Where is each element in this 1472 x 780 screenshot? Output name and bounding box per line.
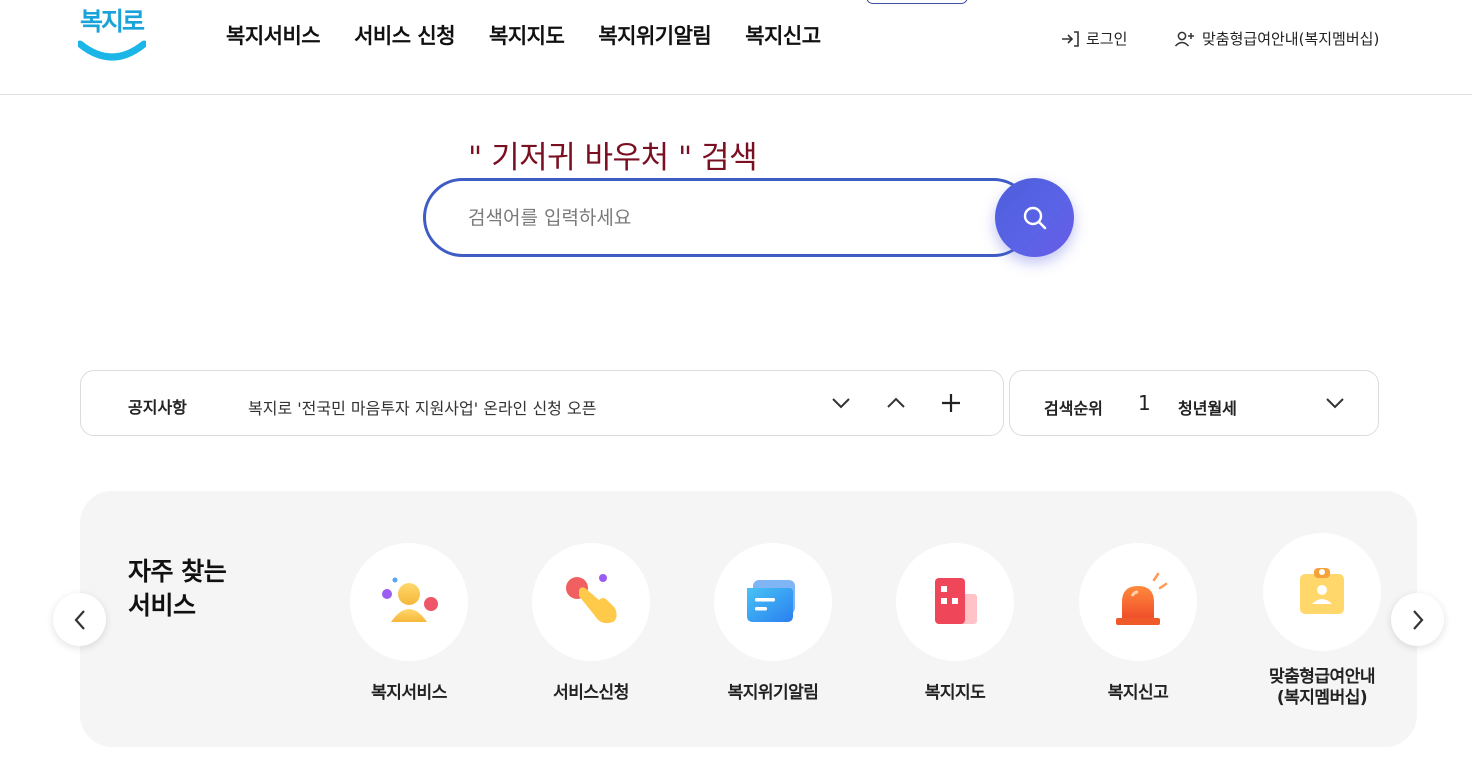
carousel-prev-button[interactable] (53, 593, 106, 646)
chevron-up-icon (887, 397, 905, 408)
login-link[interactable]: 로그인 (1060, 28, 1127, 49)
search-title: " 기저귀 바우처 " 검색 (468, 140, 758, 176)
service-label-line1: 맞춤형급여안내 (1269, 667, 1375, 687)
rank-expand-button[interactable] (1320, 388, 1350, 418)
login-label: 로그인 (1086, 30, 1128, 48)
building-icon (935, 578, 977, 624)
user-add-icon (1174, 31, 1194, 47)
message-icon (747, 580, 795, 622)
service-icon-circle (350, 543, 468, 661)
siren-icon (1116, 572, 1168, 625)
login-icon (1062, 30, 1079, 47)
search-button[interactable] (995, 178, 1074, 257)
service-icon-circle (1079, 543, 1197, 661)
person-icon (382, 577, 438, 622)
top-pill-button[interactable] (866, 0, 968, 4)
chevron-right-icon (1412, 609, 1423, 630)
service-label: 복지신고 (1107, 683, 1169, 703)
frequent-title-line2: 서비스 (128, 591, 196, 620)
notice-more-button[interactable] (936, 388, 966, 418)
service-membership[interactable]: 맞춤형급여안내 (복지멤버십) (1237, 533, 1407, 709)
search-box (423, 178, 1033, 257)
search-rank-bar: 검색순위 1 청년월세 (1009, 370, 1379, 436)
header: 복지로 복지서비스 서비스 신청 복지지도 복지위기알림 복지신고 로그인 맞춤… (0, 0, 1472, 95)
carousel-next-button[interactable] (1391, 593, 1444, 646)
logo[interactable]: 복지로 (78, 2, 148, 64)
id-badge-icon (1300, 568, 1344, 614)
membership-link[interactable]: 맞춤형급여안내(복지멤버십) (1174, 28, 1379, 49)
service-label: 복지위기알림 (727, 683, 819, 703)
nav-crisis-alert[interactable]: 복지위기알림 (598, 20, 711, 50)
service-label: 복지지도 (924, 683, 986, 703)
rank-number: 1 (1138, 391, 1151, 415)
service-icon-circle (896, 543, 1014, 661)
service-welfare[interactable]: 복지서비스 (324, 543, 494, 704)
search-icon (1023, 206, 1046, 229)
service-welfare-report[interactable]: 복지신고 (1053, 543, 1223, 704)
rank-label: 검색순위 (1044, 399, 1103, 418)
logo-smile-icon (78, 40, 146, 61)
service-label-line2: (복지멤버십) (1276, 688, 1368, 708)
notice-text[interactable]: 복지로 '전국민 마음투자 지원사업' 온라인 신청 오픈 (248, 395, 596, 419)
logo-text: 복지로 (80, 7, 145, 36)
service-icon-circle (714, 543, 832, 661)
notice-bar: 공지사항 복지로 '전국민 마음투자 지원사업' 온라인 신청 오픈 (80, 370, 1004, 436)
rank-keyword[interactable]: 청년월세 (1178, 395, 1237, 419)
service-crisis-alert[interactable]: 복지위기알림 (688, 543, 858, 704)
notice-label: 공지사항 (128, 398, 187, 417)
membership-label: 맞춤형급여안내(복지멤버십) (1202, 30, 1380, 48)
hand-pointer-icon (566, 574, 617, 624)
nav-service-apply[interactable]: 서비스 신청 (354, 20, 455, 50)
nav-welfare-report[interactable]: 복지신고 (745, 20, 821, 50)
chevron-down-icon (1326, 398, 1344, 409)
notice-next-button[interactable] (826, 388, 856, 418)
frequent-services-title: 자주 찾는 서비스 (128, 555, 227, 623)
plus-icon (942, 394, 960, 412)
service-apply[interactable]: 서비스신청 (506, 543, 676, 704)
service-label: 맞춤형급여안내 (복지멤버십) (1237, 667, 1407, 709)
service-welfare-map[interactable]: 복지지도 (870, 543, 1040, 704)
service-label: 서비스신청 (553, 683, 629, 703)
frequent-title-line1: 자주 찾는 (128, 557, 227, 586)
service-label: 복지서비스 (371, 683, 447, 703)
nav-welfare-service[interactable]: 복지서비스 (226, 20, 321, 50)
service-icon-circle (532, 543, 650, 661)
chevron-left-icon (74, 609, 85, 630)
service-icon-circle (1263, 533, 1381, 651)
main-nav: 복지서비스 서비스 신청 복지지도 복지위기알림 복지신고 (226, 20, 821, 50)
search-input[interactable] (468, 203, 988, 233)
nav-welfare-map[interactable]: 복지지도 (489, 20, 565, 50)
frequent-services-panel: 자주 찾는 서비스 복지서비스 서비스신청 복지위기알림 복지지도 복지신고 맞… (80, 491, 1417, 747)
notice-prev-button[interactable] (881, 388, 911, 418)
chevron-down-icon (832, 398, 850, 409)
